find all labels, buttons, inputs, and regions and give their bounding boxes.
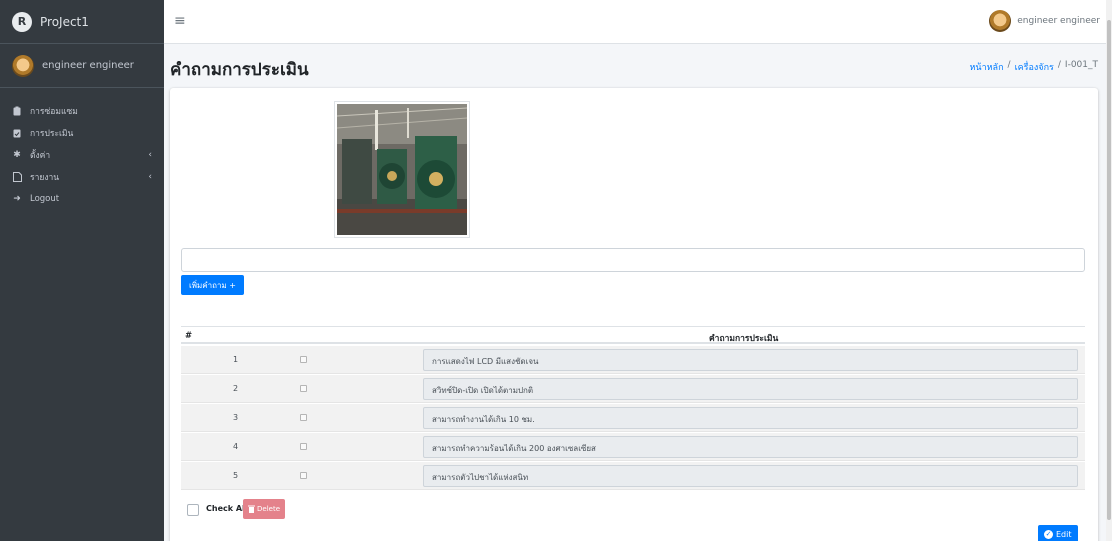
column-header-question: คำถามการประเมิน — [709, 334, 779, 344]
table-row: 3 สามารถทำงานได้เกิน 10 ชม. — [181, 404, 1085, 432]
add-question-label: เพิ่มคำถาม + — [189, 280, 236, 290]
clipboard-icon — [12, 106, 22, 116]
brand-link[interactable]: R ProJect1 — [0, 0, 164, 44]
row-number: 1 — [233, 355, 239, 364]
sidebar-item-settings[interactable]: ✱ ตั้งค่า ‹ — [0, 144, 164, 166]
edit-label: Edit — [1056, 529, 1072, 539]
question-field[interactable]: สามารถตัวไปชาได้แห่งสนิท — [423, 465, 1078, 487]
sidebar-item-label: การประเมิน — [30, 129, 74, 139]
sidebar-item-report[interactable]: รายงาน ‹ — [0, 166, 164, 188]
sidebar-item-repair[interactable]: การซ่อมแซม — [0, 100, 164, 122]
question-input[interactable] — [181, 248, 1085, 272]
check-circle-icon: ✓ — [1044, 529, 1053, 539]
row-checkbox[interactable] — [300, 385, 307, 392]
check-all-label: Check All — [206, 504, 248, 513]
trash-icon — [248, 505, 255, 513]
table-row: 2 สวิทช์ปิด-เปิด เปิดได้ตามปกติ — [181, 375, 1085, 403]
check-all-checkbox[interactable] — [187, 504, 199, 516]
row-number: 3 — [233, 413, 239, 422]
row-checkbox[interactable] — [300, 472, 307, 479]
file-pdf-icon — [12, 172, 22, 182]
breadcrumb-separator: / — [1007, 60, 1011, 70]
column-header-number: # — [185, 331, 193, 341]
sidebar-item-label: การซ่อมแซม — [30, 107, 78, 117]
add-question-button[interactable]: เพิ่มคำถาม + — [181, 275, 244, 295]
avatar — [989, 10, 1012, 32]
table-row: 4 สามารถทำความร้อนได้เกิน 200 องศาเซลเซี… — [181, 433, 1085, 461]
breadcrumb-current: I-001_T — [1064, 60, 1098, 70]
row-number: 5 — [233, 471, 239, 480]
edit-button[interactable]: ✓ Edit — [1038, 525, 1078, 541]
scrollbar-thumb[interactable] — [1107, 20, 1111, 520]
table-row: 5 สามารถตัวไปชาได้แห่งสนิท — [181, 462, 1085, 490]
sidebar-item-label: รายงาน — [30, 173, 60, 183]
sidebar-item-evaluation[interactable]: การประเมิน — [0, 122, 164, 144]
top-user-name: engineer engineer — [1017, 16, 1100, 26]
table-row: 1 การแสดงไฟ LCD มีแสงชัดเจน — [181, 346, 1085, 374]
menu-toggle-icon[interactable]: ≡ — [174, 13, 186, 29]
table-header: # คำถามการประเมิน — [181, 326, 1085, 344]
row-checkbox[interactable] — [300, 356, 307, 363]
row-number: 2 — [233, 384, 239, 393]
sidebar-item-label: ตั้งค่า — [30, 151, 51, 161]
sidebar: R ProJect1 engineer engineer การซ่อมแซม … — [0, 0, 164, 541]
question-field[interactable]: การแสดงไฟ LCD มีแสงชัดเจน — [423, 349, 1078, 371]
brand-logo-icon: R — [12, 11, 32, 32]
row-number: 4 — [233, 442, 239, 451]
question-field[interactable]: สวิทช์ปิด-เปิด เปิดได้ตามปกติ — [423, 378, 1078, 400]
top-navbar: ≡ engineer engineer — [164, 0, 1112, 44]
machine-photo — [337, 104, 467, 235]
breadcrumb-machine[interactable]: เครื่องจักร — [1015, 60, 1054, 74]
gear-icon: ✱ — [13, 150, 21, 160]
breadcrumb-home[interactable]: หน้าหลัก — [969, 60, 1003, 74]
row-checkbox[interactable] — [300, 443, 307, 450]
delete-label: Delete — [257, 505, 280, 513]
question-field[interactable]: สามารถทำความร้อนได้เกิน 200 องศาเซลเซียส — [423, 436, 1078, 458]
breadcrumb-separator: / — [1057, 60, 1061, 70]
breadcrumb: หน้าหลัก / เครื่องจักร / I-001_T — [969, 60, 1098, 74]
user-name: engineer engineer — [42, 60, 134, 71]
page-title: คำถามการประเมิน — [170, 60, 309, 80]
main-card: เพิ่มคำถาม + # คำถามการประเมิน 1 การแสดง… — [170, 88, 1098, 541]
chevron-left-icon: ‹ — [148, 150, 152, 160]
question-field[interactable]: สามารถทำงานได้เกิน 10 ชม. — [423, 407, 1078, 429]
machine-image — [334, 101, 470, 238]
sidebar-nav: การซ่อมแซม การประเมิน ✱ ตั้งค่า ‹ รายงาน… — [0, 88, 164, 210]
clipboard-check-icon — [12, 128, 22, 138]
row-checkbox[interactable] — [300, 414, 307, 421]
avatar — [12, 54, 34, 77]
sidebar-item-logout[interactable]: ➜ Logout — [0, 188, 164, 210]
chevron-left-icon: ‹ — [148, 172, 152, 182]
top-user-menu[interactable]: engineer engineer — [989, 10, 1100, 32]
sign-out-icon: ➜ — [13, 194, 21, 204]
delete-button[interactable]: Delete — [243, 499, 285, 519]
user-panel[interactable]: engineer engineer — [0, 44, 164, 88]
sidebar-item-label: Logout — [30, 194, 60, 204]
page-scrollbar[interactable] — [1106, 0, 1112, 541]
brand-title: ProJect1 — [40, 14, 89, 29]
